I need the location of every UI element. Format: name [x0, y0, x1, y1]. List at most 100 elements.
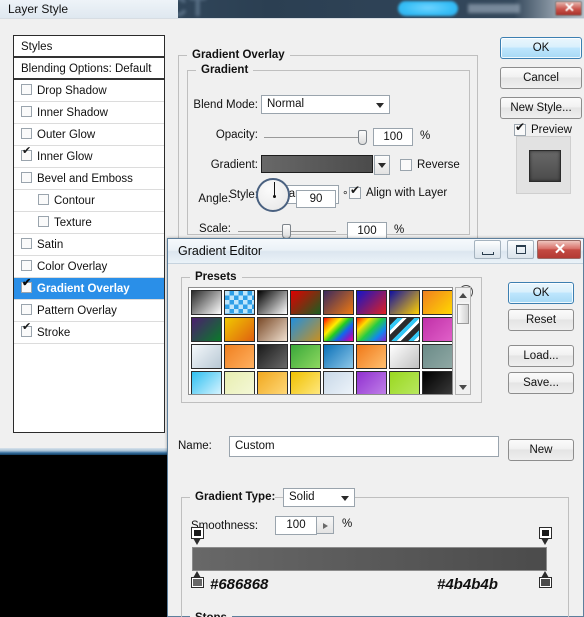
- gradient-preset-24[interactable]: [422, 344, 452, 369]
- gradient-preset-9[interactable]: [191, 317, 222, 342]
- blend-mode-select[interactable]: Normal: [261, 95, 390, 114]
- gradient-preset-29[interactable]: [323, 371, 354, 394]
- gradient-preset-14[interactable]: [356, 317, 387, 342]
- layer-style-ok-button[interactable]: OK: [500, 37, 582, 59]
- effect-row-stroke[interactable]: Stroke: [14, 322, 164, 344]
- effect-row-contour[interactable]: Contour: [14, 190, 164, 212]
- gradient-editor-ok-button[interactable]: OK: [508, 282, 574, 304]
- effect-row-inner-glow[interactable]: Inner Glow: [14, 146, 164, 168]
- effect-checkbox[interactable]: [21, 260, 32, 271]
- gradient-preset-27[interactable]: [257, 371, 288, 394]
- effect-row-gradient-overlay[interactable]: Gradient Overlay: [14, 278, 164, 300]
- effect-row-drop-shadow[interactable]: Drop Shadow: [14, 80, 164, 102]
- effect-checkbox[interactable]: [21, 84, 32, 95]
- opacity-stop-right[interactable]: [539, 527, 552, 545]
- effect-checkbox[interactable]: [38, 216, 49, 227]
- color-stop-right[interactable]: [539, 571, 552, 588]
- effect-checkbox[interactable]: [21, 322, 32, 337]
- color-stop-left[interactable]: [191, 571, 204, 588]
- effect-checkbox[interactable]: [21, 238, 32, 249]
- gradient-preset-31[interactable]: [389, 371, 420, 394]
- effect-checkbox[interactable]: [21, 172, 32, 183]
- angle-dial[interactable]: [256, 178, 290, 212]
- new-style-button[interactable]: New Style...: [500, 97, 582, 119]
- gradient-preset-23[interactable]: [389, 344, 420, 369]
- gradient-preset-13[interactable]: [323, 317, 354, 342]
- gradient-preset-30[interactable]: [356, 371, 387, 394]
- opacity-input[interactable]: 100: [373, 128, 413, 146]
- gradient-preset-17[interactable]: [191, 344, 222, 369]
- gradient-ramp[interactable]: [192, 547, 547, 571]
- gradient-editor-reset-button[interactable]: Reset: [508, 309, 574, 331]
- effect-row-outer-glow[interactable]: Outer Glow: [14, 124, 164, 146]
- scroll-up-button[interactable]: [456, 288, 470, 302]
- effect-checkbox[interactable]: [21, 128, 32, 139]
- presets-grid-container[interactable]: [188, 287, 453, 395]
- scale-slider-thumb[interactable]: [282, 224, 291, 239]
- gradient-preset-22[interactable]: [356, 344, 387, 369]
- gradient-picker-button[interactable]: [374, 155, 390, 175]
- gradient-editor-load-button[interactable]: Load...: [508, 345, 574, 367]
- gradient-preset-6[interactable]: [356, 290, 387, 315]
- gradient-preset-7[interactable]: [389, 290, 420, 315]
- gradient-preview-swatch[interactable]: [261, 155, 373, 173]
- gradient-type-select[interactable]: Solid: [283, 488, 355, 507]
- gradient-preset-2[interactable]: [224, 290, 255, 315]
- gradient-group-title: Gradient: [196, 64, 254, 76]
- maximize-button[interactable]: [507, 240, 534, 259]
- reverse-checkbox[interactable]: [400, 159, 412, 171]
- presets-grid: [191, 290, 452, 394]
- opacity-slider-thumb[interactable]: [358, 130, 367, 145]
- gradient-editor-close-button[interactable]: ✕: [537, 240, 581, 259]
- gradient-name-input[interactable]: Custom: [229, 436, 499, 457]
- effect-row-satin[interactable]: Satin: [14, 234, 164, 256]
- effect-checkbox[interactable]: [21, 146, 32, 161]
- gradient-preset-5[interactable]: [323, 290, 354, 315]
- align-with-layer-checkbox[interactable]: [349, 183, 361, 199]
- opacity-stop-left[interactable]: [191, 527, 204, 545]
- gradient-preset-1[interactable]: [191, 290, 222, 315]
- gradient-editor-save-button[interactable]: Save...: [508, 372, 574, 394]
- blending-options-row[interactable]: Blending Options: Default: [14, 58, 164, 80]
- gradient-preset-20[interactable]: [290, 344, 321, 369]
- gradient-preset-11[interactable]: [257, 317, 288, 342]
- layer-style-cancel-button[interactable]: Cancel: [500, 67, 582, 89]
- angle-input[interactable]: 90: [296, 190, 336, 208]
- gradient-preset-10[interactable]: [224, 317, 255, 342]
- preview-checkbox[interactable]: [514, 120, 526, 136]
- gradient-preset-32[interactable]: [422, 371, 452, 394]
- scroll-down-button[interactable]: [456, 380, 470, 394]
- gradient-preset-4[interactable]: [290, 290, 321, 315]
- effect-checkbox[interactable]: [38, 194, 49, 205]
- gradient-preset-26[interactable]: [224, 371, 255, 394]
- effect-checkbox[interactable]: [21, 278, 32, 293]
- gradient-preset-15[interactable]: [389, 317, 420, 342]
- effect-row-texture[interactable]: Texture: [14, 212, 164, 234]
- opacity-slider-track[interactable]: [264, 137, 362, 138]
- gradient-preset-19[interactable]: [257, 344, 288, 369]
- effect-row-bevel-and-emboss[interactable]: Bevel and Emboss: [14, 168, 164, 190]
- effect-checkbox[interactable]: [21, 106, 32, 117]
- effect-checkbox[interactable]: [21, 304, 32, 315]
- app-close-button[interactable]: ✕: [555, 0, 582, 16]
- gradient-editor-new-button[interactable]: New: [508, 439, 574, 461]
- scrollbar-thumb[interactable]: [457, 304, 469, 324]
- effect-row-color-overlay[interactable]: Color Overlay: [14, 256, 164, 278]
- styles-list[interactable]: Styles Blending Options: Default Drop Sh…: [13, 35, 165, 433]
- layer-style-titlebar[interactable]: Layer Style: [0, 0, 178, 18]
- gradient-preset-21[interactable]: [323, 344, 354, 369]
- smoothness-input[interactable]: 100: [275, 516, 317, 535]
- effect-row-pattern-overlay[interactable]: Pattern Overlay: [14, 300, 164, 322]
- gradient-preset-3[interactable]: [257, 290, 288, 315]
- smoothness-spinner[interactable]: [317, 516, 334, 534]
- gradient-preset-8[interactable]: [422, 290, 452, 315]
- gradient-preset-25[interactable]: [191, 371, 222, 394]
- gradient-preset-16[interactable]: [422, 317, 452, 342]
- presets-scrollbar[interactable]: [455, 287, 471, 395]
- minimize-button[interactable]: [474, 240, 501, 259]
- gradient-preset-18[interactable]: [224, 344, 255, 369]
- effect-row-inner-shadow[interactable]: Inner Shadow: [14, 102, 164, 124]
- gradient-preset-12[interactable]: [290, 317, 321, 342]
- gradient-editor-titlebar[interactable]: Gradient Editor ✕: [168, 239, 583, 264]
- gradient-preset-28[interactable]: [290, 371, 321, 394]
